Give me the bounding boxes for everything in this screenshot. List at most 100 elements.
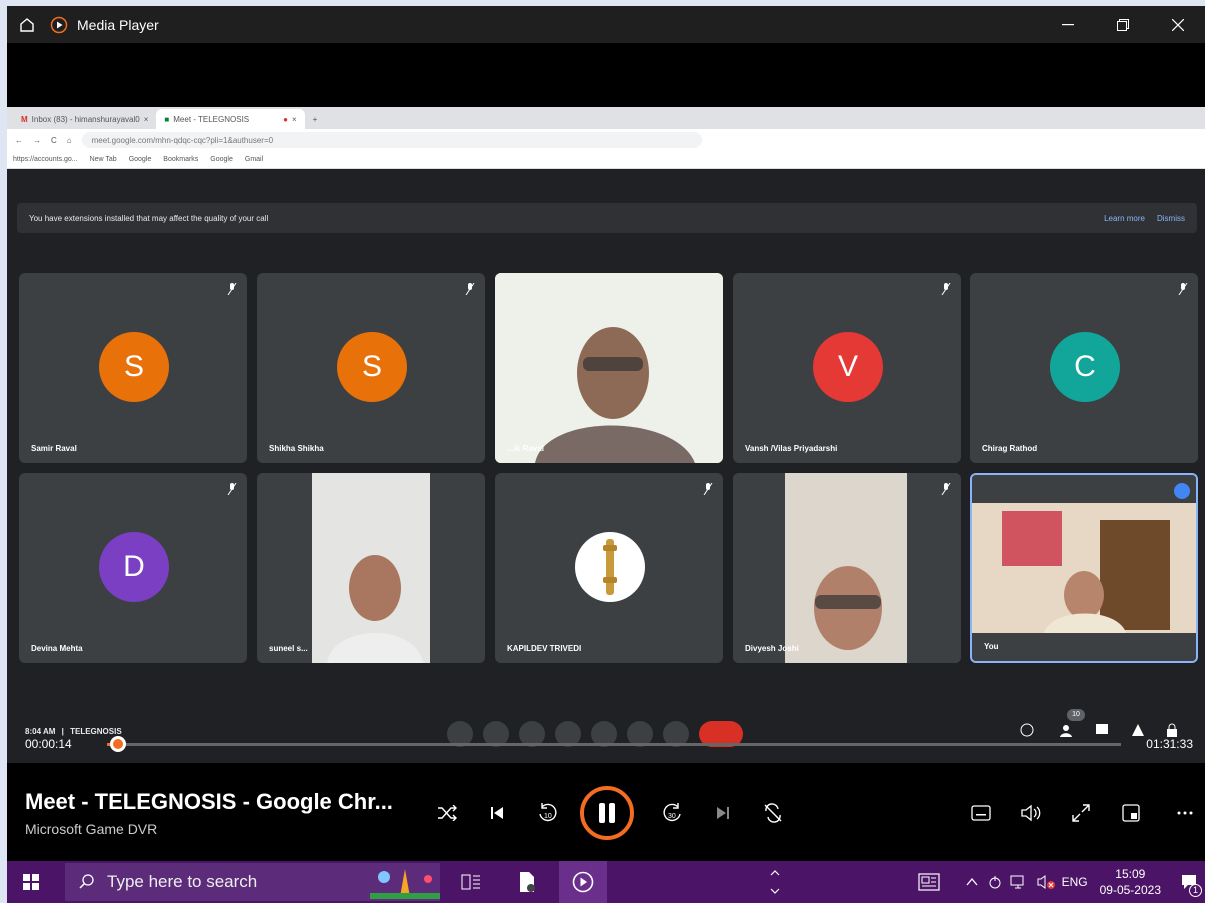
rewind-10-icon: 10 (539, 803, 557, 822)
media-player-icon (572, 871, 594, 893)
windows-icon (23, 874, 39, 890)
recorded-browser: M Inbox (83) - himanshurayaval0 × ■ Meet -… (7, 107, 1205, 773)
mini-player-icon (1122, 804, 1140, 822)
skip-forward-30-button[interactable]: 30 (657, 797, 689, 829)
svg-text:30: 30 (668, 813, 676, 820)
participant-video-tile: ...ik Raval (495, 273, 723, 463)
avatar: D (99, 532, 169, 602)
restore-button[interactable] (1095, 6, 1150, 43)
news-widget-icon[interactable] (917, 873, 940, 891)
close-button[interactable] (1150, 6, 1205, 43)
task-view-button[interactable] (447, 861, 495, 903)
network-icon[interactable] (1010, 874, 1028, 890)
learn-more-link: Learn more (1104, 213, 1145, 223)
media-subtitle: Microsoft Game DVR (25, 821, 158, 837)
muted-mic-icon (1178, 283, 1188, 295)
participant-video-image (257, 473, 485, 663)
player-controls: Meet - TELEGNOSIS - Google Chr... Micros… (7, 763, 1205, 861)
title-bar: Media Player (7, 6, 1205, 43)
participant-tile: S Shikha Shikha (257, 273, 485, 463)
expand-icon (1072, 804, 1090, 822)
language-indicator[interactable]: ENG (1062, 875, 1088, 889)
volume-muted-icon[interactable] (1036, 874, 1056, 890)
tab-meet: ■ Meet - TELEGNOSIS ● × (156, 109, 305, 129)
more-options-button[interactable] (1169, 797, 1201, 829)
muted-mic-icon (941, 283, 951, 295)
search-icon (79, 874, 94, 889)
participant-video-image (733, 473, 961, 663)
people-count-badge: 10 (1067, 709, 1085, 721)
media-player-window: Media Player M Inbox (83) - himanshurayav… (7, 6, 1205, 903)
more-icon (1177, 811, 1193, 815)
current-time: 00:00:14 (25, 737, 72, 751)
chevron-up-icon[interactable] (966, 877, 978, 887)
participant-tile: S Samir Raval (19, 273, 247, 463)
pause-icon (599, 803, 615, 823)
bookmarks-bar: https://accounts.go... New Tab Google Bo… (7, 151, 1205, 169)
dismiss-link: Dismiss (1157, 213, 1185, 223)
previous-button[interactable] (481, 797, 513, 829)
skip-previous-icon (491, 807, 503, 819)
seek-bar: 00:00:14 01:31:33 (7, 733, 1205, 763)
volume-icon (1021, 804, 1041, 822)
muted-mic-icon (227, 283, 237, 295)
self-video-tile: You (970, 473, 1198, 663)
volume-button[interactable] (1015, 797, 1047, 829)
system-tray: ENG 15:09 09-05-2023 1 (917, 861, 1205, 903)
captions-button[interactable] (965, 797, 997, 829)
mini-player-button[interactable] (1115, 797, 1147, 829)
repeat-button[interactable] (757, 797, 789, 829)
muted-mic-icon (227, 483, 237, 495)
next-button[interactable] (707, 797, 739, 829)
search-highlight-icon (370, 869, 440, 899)
shuffle-button[interactable] (431, 797, 463, 829)
onedrive-sync-icon[interactable] (988, 874, 1002, 890)
avatar: S (99, 332, 169, 402)
forward-30-icon: 30 (663, 803, 681, 822)
skip-back-10-button[interactable]: 10 (531, 797, 563, 829)
muted-mic-icon (703, 483, 713, 495)
muted-mic-icon (465, 283, 475, 295)
media-title: Meet - TELEGNOSIS - Google Chr... (25, 789, 393, 814)
svg-text:10: 10 (544, 813, 552, 820)
clock[interactable]: 15:09 09-05-2023 (1100, 866, 1161, 898)
scroll-arrows[interactable] (763, 861, 787, 903)
participant-video-image (972, 475, 1196, 661)
avatar: V (813, 332, 883, 402)
avatar: S (337, 332, 407, 402)
fullscreen-button[interactable] (1065, 797, 1097, 829)
video-area[interactable]: M Inbox (83) - himanshurayaval0 × ■ Meet -… (7, 43, 1205, 773)
repeat-off-icon (764, 803, 782, 823)
participant-video-tile: Divyesh Joshi (733, 473, 961, 663)
new-tab-icon: + (312, 114, 318, 124)
scroll-arrows-icon (770, 870, 780, 894)
browser-tabstrip: M Inbox (83) - himanshurayaval0 × ■ Meet -… (7, 107, 1205, 129)
address-bar: ← → C ⌂ meet.google.com/mhn-qdqc-cqc?pli=1&… (7, 129, 1205, 151)
participant-tile: D Devina Mehta (19, 473, 247, 663)
search-placeholder: Type here to search (107, 872, 258, 891)
task-view-icon (461, 874, 480, 890)
participant-tile: C Chirag Rathod (970, 273, 1198, 463)
start-button[interactable] (7, 861, 55, 903)
extensions-warning-banner: You have extensions installed that may a… (17, 203, 1197, 233)
taskbar-app-media-player[interactable] (559, 861, 607, 903)
home-icon[interactable] (7, 6, 47, 43)
seek-thumb[interactable] (110, 736, 126, 752)
taskbar: Type here to search ENG 15:09 09-05-2023 (7, 861, 1205, 903)
muted-mic-icon (941, 483, 951, 495)
avatar: C (1050, 332, 1120, 402)
progress-track[interactable] (107, 736, 1121, 752)
skip-next-icon (717, 807, 729, 819)
participant-tile: V Vansh /Vilas Priyadarshi (733, 273, 961, 463)
participant-tile: KAPILDEV TRIVEDI (495, 473, 723, 663)
captions-icon (971, 805, 991, 821)
minimize-button[interactable] (1040, 6, 1095, 43)
taskbar-app-files[interactable] (503, 861, 551, 903)
app-title: Media Player (77, 16, 159, 33)
total-time: 01:31:33 (1146, 737, 1193, 751)
notification-count: 1 (1189, 884, 1202, 897)
pause-button[interactable] (580, 786, 634, 840)
taskbar-search-box[interactable]: Type here to search (65, 863, 440, 901)
avatar (575, 532, 645, 602)
notification-center-button[interactable]: 1 (1173, 861, 1205, 903)
